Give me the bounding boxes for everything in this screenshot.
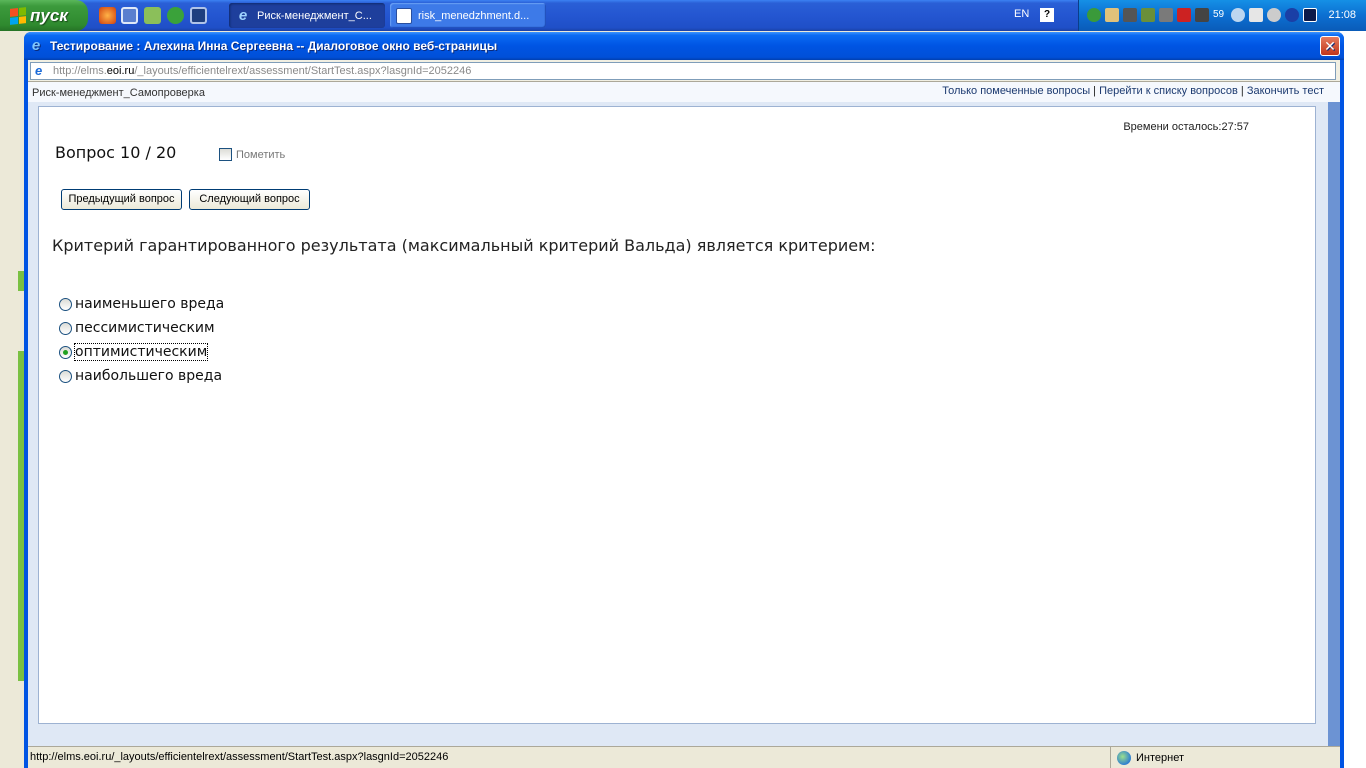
dialog-title: Тестирование : Алехина Инна Сергеевна --…: [50, 39, 498, 53]
dialog-window: e Тестирование : Алехина Инна Сергеевна …: [24, 32, 1344, 768]
question-frame-outer: Времени осталось:27:57 Вопрос 10 / 20 По…: [28, 102, 1328, 746]
battery-icon[interactable]: [1141, 8, 1155, 22]
start-button[interactable]: пуск: [0, 0, 88, 31]
test-links: Только помеченные вопросы | Перейти к сп…: [942, 85, 1324, 97]
radio-button-selected[interactable]: [59, 345, 72, 359]
close-button[interactable]: ✕: [1320, 36, 1340, 56]
word-icon: [396, 7, 412, 24]
speaker-icon[interactable]: [1195, 8, 1209, 22]
globe-icon: [1117, 751, 1131, 765]
task-label: risk_menedzhment.d...: [418, 9, 530, 22]
answer-option[interactable]: наибольшего вреда: [59, 367, 222, 385]
start-label: пуск: [30, 5, 68, 25]
answer-option[interactable]: наименьшего вреда: [59, 295, 224, 313]
help-icon[interactable]: ?: [1040, 8, 1054, 22]
owl-icon[interactable]: [1303, 8, 1317, 22]
marked-questions-link[interactable]: Только помеченные вопросы: [942, 85, 1090, 97]
answer-label[interactable]: наименьшего вреда: [75, 296, 224, 312]
address-bar: e http://elms. eoi.ru/_layouts/efficiente…: [28, 60, 1340, 82]
finish-test-link[interactable]: Закончить тест: [1247, 85, 1324, 97]
task-word-document[interactable]: risk_menedzhment.d...: [390, 3, 546, 28]
monitor-icon[interactable]: [1159, 8, 1173, 22]
network-icon[interactable]: [1087, 8, 1101, 22]
bluetooth-icon[interactable]: [1285, 8, 1299, 22]
radio-button[interactable]: [59, 321, 72, 335]
answer-label[interactable]: наибольшего вреда: [75, 368, 222, 384]
next-question-button[interactable]: Следующий вопрос: [189, 189, 310, 210]
course-name: Риск-менеджмент_Самопроверка: [32, 87, 205, 99]
address-rest: /_layouts/efficientelrext/assessment/Sta…: [134, 65, 472, 77]
safely-remove-icon[interactable]: [1249, 8, 1263, 22]
antivirus-icon[interactable]: [1177, 8, 1191, 22]
status-bar: http://elms.eoi.ru/_layouts/efficientelr…: [28, 746, 1340, 768]
test-header: Риск-менеджмент_Самопроверка Только поме…: [28, 82, 1340, 102]
system-tray: 59 21:08: [1078, 0, 1366, 31]
volume-icon[interactable]: [1231, 8, 1245, 22]
mark-label[interactable]: Пометить: [236, 149, 285, 161]
answer-option[interactable]: пессимистическим: [59, 319, 215, 337]
recycle-icon[interactable]: [144, 7, 161, 24]
answer-label[interactable]: пессимистическим: [75, 320, 215, 336]
address-prefix: http://elms.: [53, 65, 107, 77]
language-indicator[interactable]: EN: [1014, 8, 1029, 20]
ie-icon: e: [238, 6, 248, 24]
address-field[interactable]: e http://elms. eoi.ru/_layouts/efficiente…: [30, 62, 1336, 80]
windows-flag-icon: [10, 6, 26, 25]
answer-label[interactable]: оптимистическим: [73, 343, 209, 361]
answer-option[interactable]: оптимистическим: [59, 343, 209, 361]
dialog-titlebar[interactable]: e Тестирование : Алехина Инна Сергеевна …: [24, 32, 1344, 60]
clock-sync-icon[interactable]: [1267, 8, 1281, 22]
radio-button[interactable]: [59, 297, 72, 311]
background-window: [0, 31, 26, 768]
radio-button[interactable]: [59, 369, 72, 383]
mark-checkbox[interactable]: [219, 148, 232, 161]
question-frame: Времени осталось:27:57 Вопрос 10 / 20 По…: [38, 106, 1316, 724]
page-content: Риск-менеджмент_Самопроверка Только поме…: [28, 82, 1340, 746]
link-separator: |: [1090, 85, 1100, 97]
page-icon: e: [35, 63, 43, 78]
app-icon[interactable]: [1123, 8, 1137, 22]
frame-scrollbar[interactable]: [1328, 102, 1340, 746]
dialog-client: e http://elms. eoi.ru/_layouts/efficiente…: [28, 60, 1340, 768]
firefox-icon[interactable]: [99, 7, 116, 24]
status-url: http://elms.eoi.ru/_layouts/efficientelr…: [30, 751, 449, 763]
time-remaining: Времени осталось:27:57: [1123, 121, 1249, 133]
question-list-link[interactable]: Перейти к списку вопросов: [1099, 85, 1238, 97]
ie-icon: e: [31, 37, 41, 54]
utorrent-icon[interactable]: [167, 7, 184, 24]
save-icon[interactable]: [121, 7, 138, 24]
desktop-icon[interactable]: [190, 7, 207, 24]
link-separator: |: [1237, 85, 1247, 97]
security-zone[interactable]: Интернет: [1110, 747, 1340, 768]
clock: 21:08: [1328, 9, 1356, 21]
question-number: Вопрос 10 / 20: [55, 143, 177, 162]
tray-number[interactable]: 59: [1213, 9, 1224, 20]
folder-icon[interactable]: [1105, 8, 1119, 22]
task-ie-window[interactable]: e Риск-менеджмент_С...: [229, 3, 385, 28]
taskbar: пуск e Риск-менеджмент_С... risk_menedzh…: [0, 0, 1366, 31]
task-label: Риск-менеджмент_С...: [257, 9, 372, 22]
question-text: Критерий гарантированного результата (ма…: [52, 236, 876, 255]
address-host: eoi.ru: [106, 65, 135, 77]
previous-question-button[interactable]: Предыдущий вопрос: [61, 189, 182, 210]
zone-label: Интернет: [1136, 752, 1184, 764]
